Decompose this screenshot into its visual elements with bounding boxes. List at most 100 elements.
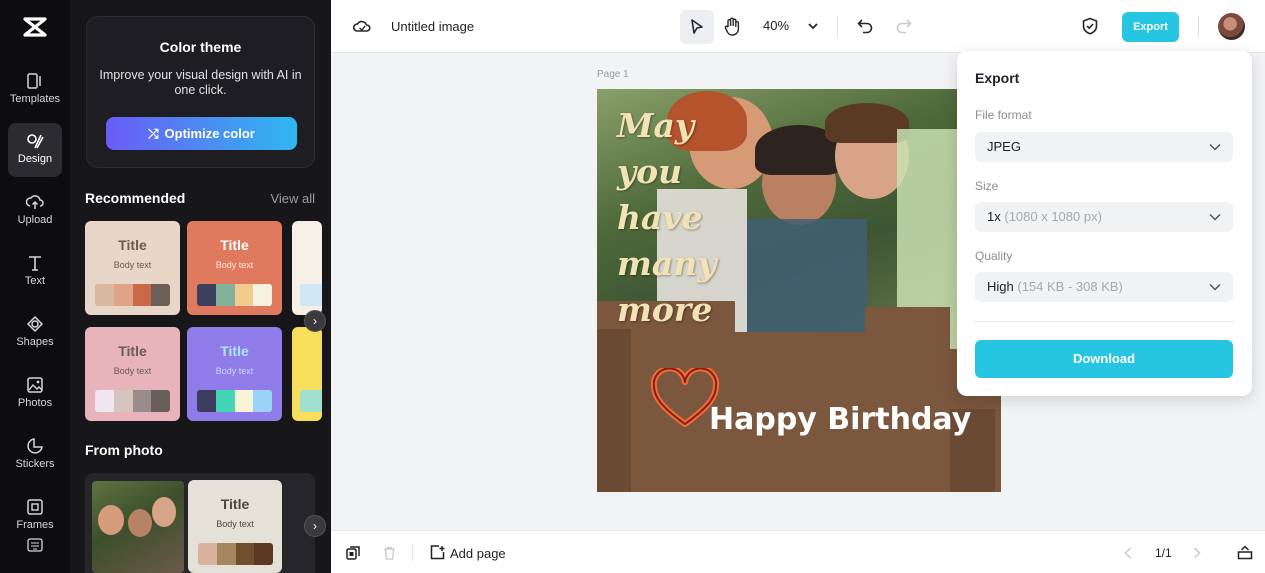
from-photo-theme-card[interactable]: Title Body text	[188, 480, 282, 573]
card-body: Body text	[215, 366, 254, 376]
cloud-sync-icon[interactable]	[353, 18, 371, 34]
cursive-line: you	[617, 152, 683, 191]
color-theme-card-3[interactable]: Title Body text	[85, 327, 180, 421]
card-swatches	[95, 284, 170, 306]
cursive-greeting[interactable]: May you have many more	[617, 103, 716, 333]
trash-icon[interactable]	[383, 546, 396, 560]
scroll-right-button[interactable]: ›	[304, 515, 326, 537]
happy-birthday-text[interactable]: Happy Birthday	[709, 402, 971, 437]
page-counter: 1/1	[1155, 546, 1172, 560]
recommended-title: Recommended	[85, 190, 186, 206]
color-theme-card: Color theme Improve your visual design w…	[86, 16, 315, 168]
color-theme-title: Color theme	[159, 39, 242, 55]
card-title: Title	[118, 343, 147, 359]
rail-item-label: Stickers	[15, 458, 55, 470]
optimize-color-button[interactable]: ⤮ Optimize color	[106, 117, 297, 150]
rail-item-templates[interactable]: Templates	[5, 63, 65, 117]
document-title[interactable]: Untitled image	[391, 19, 474, 34]
expand-panel-icon[interactable]	[1237, 545, 1253, 560]
user-avatar[interactable]	[1218, 13, 1245, 40]
card-swatches	[300, 284, 322, 306]
add-page-button[interactable]: Add page	[450, 546, 506, 561]
layers-icon[interactable]	[346, 546, 360, 560]
color-theme-description: Improve your visual design with AI in on…	[99, 68, 302, 97]
quality-detail: (154 KB - 308 KB)	[1017, 279, 1123, 294]
add-page-icon[interactable]	[430, 545, 445, 560]
card-title: Title	[118, 237, 147, 253]
from-photo-thumbnail[interactable]	[92, 481, 184, 573]
rail-item-upload[interactable]: Upload	[5, 184, 65, 238]
scroll-right-button[interactable]: ›	[304, 310, 326, 332]
view-all-link[interactable]: View all	[270, 191, 315, 206]
chevron-left-icon[interactable]	[1124, 547, 1132, 559]
shield-check-icon[interactable]	[1082, 17, 1098, 35]
export-button[interactable]: Export	[1122, 12, 1179, 42]
capcut-logo-icon[interactable]	[22, 14, 48, 40]
hand-tool-icon[interactable]	[724, 17, 741, 36]
page-label: Page 1	[597, 69, 629, 80]
quality-value: High	[987, 279, 1014, 294]
card-swatches	[95, 390, 170, 412]
color-theme-card-2[interactable]: Title Body text	[187, 221, 282, 315]
cursive-line: May	[617, 106, 695, 145]
rail-item-label: Photos	[17, 397, 53, 409]
shuffle-icon: ⤮	[148, 126, 159, 141]
rail-item-label: Design	[17, 153, 53, 165]
undo-icon[interactable]	[857, 18, 873, 34]
size-select[interactable]: 1x (1080 x 1080 px)	[975, 202, 1233, 232]
shapes-icon	[26, 315, 44, 333]
card-title: Title	[220, 343, 249, 359]
rail-item-design[interactable]: Design	[8, 123, 62, 177]
file-format-value: JPEG	[987, 139, 1021, 154]
chevron-down-icon[interactable]	[808, 22, 818, 30]
color-theme-card-4[interactable]: Title Body text	[187, 327, 282, 421]
design-icon	[27, 134, 44, 149]
color-theme-card-1[interactable]: Title Body text	[85, 221, 180, 315]
rail-item-frames[interactable]: Frames	[5, 489, 65, 543]
download-button[interactable]: Download	[975, 340, 1233, 378]
file-format-label: File format	[975, 108, 1032, 122]
photos-icon	[27, 377, 43, 393]
rail-item-label: Text	[24, 275, 46, 287]
chevron-down-icon	[1209, 143, 1221, 151]
cursive-line: have	[617, 198, 703, 237]
color-theme-card-partial[interactable]	[292, 327, 322, 421]
chevron-right-icon[interactable]	[1193, 547, 1201, 559]
size-detail: (1080 x 1080 px)	[1004, 209, 1102, 224]
rail-item-shapes[interactable]: Shapes	[5, 306, 65, 360]
card-body: Body text	[113, 366, 152, 376]
card-swatches	[197, 284, 272, 306]
divider	[837, 16, 838, 38]
rail-item-label: Shapes	[16, 336, 54, 348]
color-theme-card-partial[interactable]	[292, 221, 322, 315]
quality-select[interactable]: High (154 KB - 308 KB)	[975, 272, 1233, 302]
card-swatches	[198, 543, 273, 565]
design-panel: Color theme Improve your visual design w…	[70, 0, 331, 573]
rail-item-photos[interactable]: Photos	[5, 367, 65, 421]
text-icon	[29, 256, 41, 271]
rail-item-text[interactable]: Text	[5, 245, 65, 299]
divider	[1198, 16, 1199, 38]
export-popover: Export File format JPEG Size 1x (1080 x …	[957, 51, 1252, 396]
zoom-level[interactable]: 40%	[763, 18, 789, 33]
cursive-line: many	[617, 244, 717, 283]
card-swatches	[197, 390, 272, 412]
card-title: Title	[220, 237, 249, 253]
card-title: Title	[220, 496, 250, 512]
select-tool-button[interactable]	[680, 10, 714, 44]
stickers-icon	[27, 438, 43, 454]
keyboard-icon[interactable]	[27, 538, 43, 552]
card-body: Body text	[113, 260, 152, 270]
artboard[interactable]: May you have many more Happy Birthday	[597, 89, 1001, 492]
chevron-down-icon	[1209, 283, 1221, 291]
card-body: Body text	[215, 260, 254, 270]
quality-label: Quality	[975, 249, 1013, 263]
redo-icon[interactable]	[896, 18, 912, 34]
rail-item-stickers[interactable]: Stickers	[5, 428, 65, 482]
card-swatches	[300, 390, 322, 412]
rail-item-label: Templates	[9, 93, 61, 105]
frames-icon	[27, 499, 43, 515]
rail-item-label: Frames	[16, 519, 54, 531]
from-photo-title: From photo	[85, 442, 163, 458]
file-format-select[interactable]: JPEG	[975, 132, 1233, 162]
